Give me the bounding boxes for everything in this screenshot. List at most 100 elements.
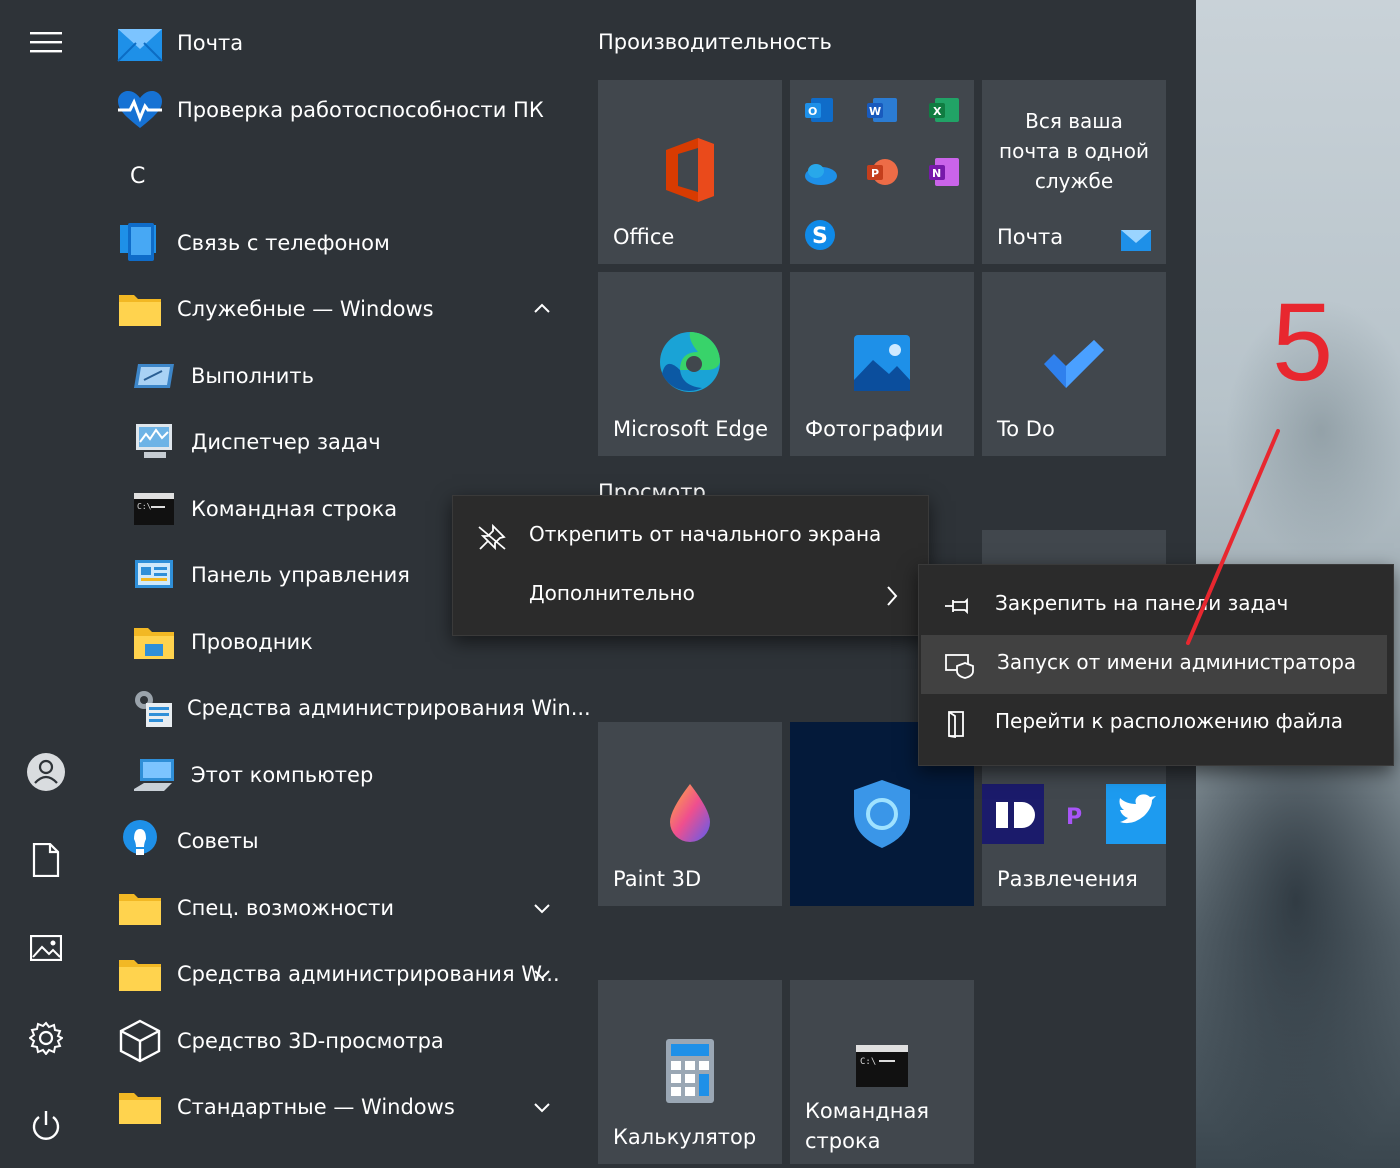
office-icon	[598, 136, 782, 204]
menu-item-pin-taskbar[interactable]: Закрепить на панели задач	[919, 576, 1393, 635]
menu-item-open-location[interactable]: Перейти к расположению файла	[919, 694, 1393, 753]
svg-text:C:\: C:\	[860, 1057, 876, 1067]
menu-item-label: Дополнительно	[529, 581, 695, 605]
tile-calculator[interactable]: Калькулятор	[598, 980, 782, 1164]
tile-label: Microsoft Edge	[613, 417, 769, 441]
phone-icon	[116, 219, 164, 267]
tile-label-line: строка	[805, 1129, 881, 1153]
app-label: Командная строка	[191, 497, 398, 521]
chevron-up-icon[interactable]	[530, 297, 554, 321]
svg-text:P: P	[1066, 805, 1082, 830]
run-icon	[130, 352, 178, 400]
mail-tile-promo: Вся ваша почта в одной службе	[999, 109, 1149, 193]
pin-icon	[945, 597, 968, 615]
folder-admin-tools[interactable]: Средства администрирования W...	[92, 944, 572, 1004]
calculator-icon	[598, 1038, 782, 1104]
tile-paint-3d[interactable]: Paint 3D	[598, 722, 782, 906]
heart-pulse-icon	[116, 86, 164, 134]
app-label: Панель управления	[191, 563, 410, 587]
tile-label: Развлечения	[997, 867, 1138, 891]
lightbulb-icon	[116, 817, 164, 865]
tile-label: Office	[613, 225, 675, 249]
tile-label: Командная строка	[805, 1096, 929, 1156]
app-label: Связь с телефоном	[177, 231, 390, 255]
menu-item-label: Открепить от начального экрана	[529, 522, 882, 546]
svg-text:P: P	[871, 167, 879, 180]
pictures-icon[interactable]	[22, 924, 70, 972]
app-label: Проводник	[191, 630, 313, 654]
cmd-icon: C:\	[790, 1044, 974, 1088]
office-apps-icons: O W X P N S	[805, 98, 959, 250]
svg-text:C:\: C:\	[137, 502, 152, 511]
folder-icon	[116, 950, 164, 998]
app-task-manager[interactable]: Диспетчер задач	[92, 412, 572, 472]
app-tips[interactable]: Советы	[92, 811, 572, 871]
mail-icon	[116, 19, 164, 67]
app-pc-health[interactable]: Проверка работоспособности ПК	[92, 80, 572, 140]
mail-icon	[1121, 230, 1151, 251]
folder-icon	[116, 884, 164, 932]
letter-header[interactable]: С	[130, 164, 145, 189]
vpn-shield-icon	[790, 778, 974, 850]
app-admin-tools[interactable]: Средства администрирования Win...	[92, 678, 591, 738]
app-label: Выполнить	[191, 364, 314, 388]
tile-group-title[interactable]: Производительность	[598, 30, 832, 54]
edge-icon	[598, 330, 782, 394]
task-manager-icon	[130, 418, 178, 466]
admin-shield-icon	[945, 654, 974, 679]
this-pc-icon	[130, 751, 178, 799]
chevron-down-icon[interactable]	[530, 1095, 554, 1119]
settings-gear-icon[interactable]	[22, 1014, 70, 1062]
menu-item-run-as-admin[interactable]: Запуск от имени администратора	[921, 635, 1387, 694]
menu-item-unpin[interactable]: Открепить от начального экрана	[453, 507, 928, 566]
tile-office-apps-folder[interactable]: O W X P N S	[790, 80, 974, 264]
cube-icon	[116, 1017, 164, 1065]
power-icon[interactable]	[22, 1102, 70, 1150]
chevron-down-icon[interactable]	[530, 962, 554, 986]
app-label: Советы	[177, 829, 259, 853]
admin-tools-icon	[130, 684, 174, 732]
svg-text:N: N	[932, 167, 941, 180]
unpin-icon	[478, 523, 506, 551]
svg-text:S: S	[812, 224, 828, 249]
start-rail	[0, 0, 92, 1168]
svg-text:X: X	[933, 105, 942, 118]
folder-icon	[116, 1083, 164, 1131]
context-submenu: Закрепить на панели задач Запуск от имен…	[918, 564, 1394, 766]
folder-windows-accessories[interactable]: Стандартные — Windows	[92, 1077, 572, 1137]
app-your-phone[interactable]: Связь с телефоном	[92, 213, 572, 273]
user-account-icon[interactable]	[22, 748, 70, 796]
documents-icon[interactable]	[22, 836, 70, 884]
tile-microsoft-edge[interactable]: Microsoft Edge	[598, 272, 782, 456]
folder-accessibility[interactable]: Спец. возможности	[92, 878, 572, 938]
svg-text:W: W	[869, 105, 881, 118]
app-label: Средства администрирования W...	[177, 962, 560, 986]
cmd-icon: C:\	[130, 485, 178, 533]
folder-windows-tools[interactable]: Служебные — Windows	[92, 279, 572, 339]
svg-text:O: O	[808, 105, 817, 118]
app-label: Стандартные — Windows	[177, 1095, 455, 1119]
tile-mail[interactable]: Вся ваша почта в одной службе Почта	[982, 80, 1166, 264]
tile-todo[interactable]: To Do	[982, 272, 1166, 456]
menu-item-label: Перейти к расположению файла	[995, 709, 1344, 733]
tile-command-prompt[interactable]: C:\ Командная строка	[790, 980, 974, 1164]
folder-icon	[116, 285, 164, 333]
control-panel-icon	[130, 551, 178, 599]
tile-office[interactable]: Office	[598, 80, 782, 264]
menu-item-more[interactable]: Дополнительно	[453, 566, 928, 625]
tile-label: Почта	[997, 225, 1064, 249]
app-label: Средства администрирования Win...	[187, 696, 591, 720]
app-3d-viewer[interactable]: Средство 3D-просмотра	[92, 1011, 572, 1071]
tile-label: Фотографии	[805, 417, 944, 441]
hamburger-menu-icon[interactable]	[22, 18, 70, 66]
app-label: Служебные — Windows	[177, 297, 434, 321]
app-this-pc[interactable]: Этот компьютер	[92, 745, 572, 805]
app-label: Средство 3D-просмотра	[177, 1029, 444, 1053]
chevron-down-icon[interactable]	[530, 896, 554, 920]
checkmark-icon	[982, 338, 1166, 390]
app-label: Этот компьютер	[191, 763, 374, 787]
tile-photos[interactable]: Фотографии	[790, 272, 974, 456]
app-mail[interactable]: Почта	[92, 13, 572, 73]
tile-label: To Do	[997, 417, 1055, 441]
app-run[interactable]: Выполнить	[92, 346, 572, 406]
